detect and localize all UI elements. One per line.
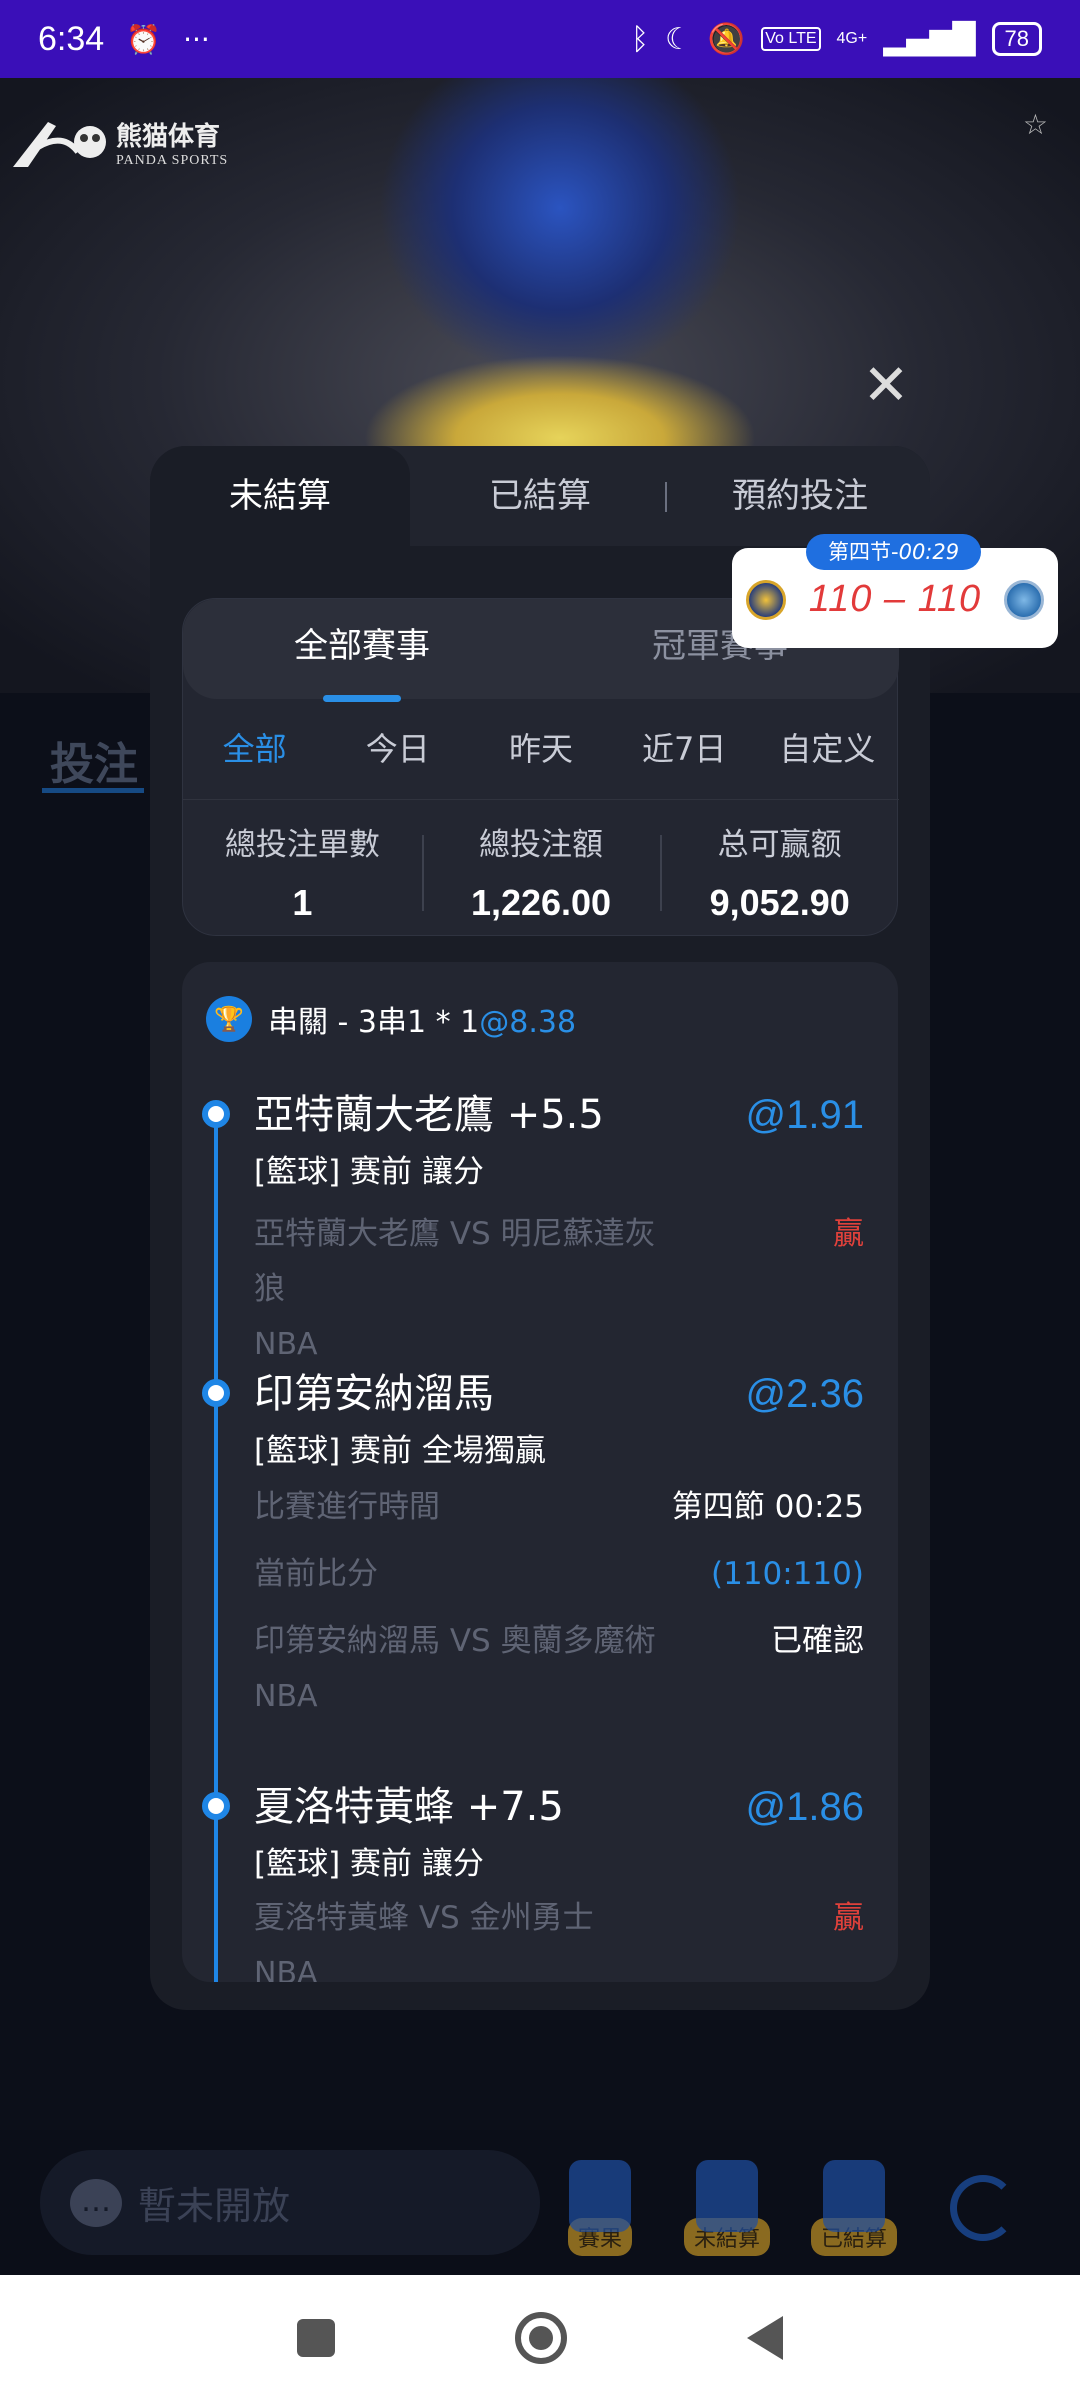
panda-sports-logo: 熊猫体育 PANDA SPORTS (8, 112, 228, 172)
leg-time-value: 第四節 00:25 (671, 1489, 864, 1525)
stat-label: 总可赢额 (717, 827, 842, 863)
leg-match: 印第安納溜馬 VS 奧蘭多魔術 (254, 1623, 656, 1659)
more-notifications-icon: ··· (183, 22, 210, 56)
leg-timeline (214, 1108, 218, 1982)
leg-selection: 印第安納溜馬 (254, 1371, 494, 1417)
logo-text-en: PANDA SPORTS (116, 152, 229, 168)
unsettled-button[interactable]: 未結算 (677, 2160, 777, 2256)
chat-bubble-icon: … (70, 2178, 122, 2227)
leg-league: NBA (254, 1956, 318, 1982)
period-label: 第四节- (828, 540, 899, 564)
tab-reserved-bets[interactable]: 預約投注 (670, 446, 930, 546)
leg-selection: 夏洛特黃蜂 +7.5 (254, 1784, 564, 1830)
filter-today[interactable]: 今日 (326, 711, 469, 787)
filter-all[interactable]: 全部 (183, 711, 326, 787)
modal-tabs: 已結算 預約投注 未結算 (150, 446, 930, 546)
filter-custom[interactable]: 自定义 (756, 711, 899, 787)
logo-text-cn: 熊猫体育 (116, 121, 221, 152)
leg-odds: @2.36 (745, 1372, 864, 1416)
filter-yesterday[interactable]: 昨天 (469, 711, 612, 787)
stat-label: 總投注單數 (224, 827, 380, 863)
status-time: 6:34 (38, 19, 105, 58)
leg-odds: @1.86 (745, 1785, 864, 1829)
results-button[interactable]: 賽果 (550, 2160, 650, 2256)
leg-market: [籃球] 赛前 讓分 (254, 1154, 484, 1190)
trophy-icon: 🏆 (206, 996, 252, 1042)
stat-value: 1 (292, 882, 313, 923)
segment-indicator (323, 695, 401, 702)
magic-logo-icon (1003, 579, 1044, 620)
chat-placeholder: 暫未開放 (138, 2184, 291, 2228)
leg-score-value: (110:110) (711, 1556, 864, 1592)
timeline-dot (202, 1792, 230, 1820)
document-icon (696, 2160, 758, 2232)
status-bar: 6:34 ⏰ ··· ᛒ ☾ 🔕 Vo LTE 4G+ ▂▄▆█ 78 (0, 0, 1080, 78)
leg-league: NBA (254, 1679, 318, 1714)
document-icon (823, 2160, 885, 2232)
stat-value: 1,226.00 (470, 882, 612, 923)
close-icon[interactable]: ✕ (858, 358, 914, 414)
tab-unsettled[interactable]: 未結算 (150, 446, 410, 546)
timeline-dot (202, 1100, 230, 1128)
live-score: 110 – 110 (808, 578, 982, 620)
segment-all-events[interactable]: 全部賽事 (183, 599, 541, 699)
bet-total-odds: @8.38 (479, 1005, 577, 1040)
leg-score-label: 當前比分 (254, 1556, 378, 1592)
system-nav-bar (0, 2275, 1080, 2401)
pacers-logo-icon (746, 579, 786, 620)
divider (183, 799, 899, 800)
mute-icon: 🔕 (707, 21, 746, 57)
timeline-dot (202, 1379, 230, 1407)
bet-leg-1: 亞特蘭大老鷹 +5.5 @1.91 [籃球] 赛前 讓分 亞特蘭大老鷹 VS 明尼… (254, 1082, 864, 1372)
battery-level: 78 (1004, 26, 1029, 51)
network-type: 4G+ (836, 30, 868, 47)
volte-icon: Vo LTE (761, 27, 821, 51)
bet-leg-2: 印第安納溜馬 @2.36 [籃球] 赛前 全場獨贏 比賽進行時間 第四節 00:25… (254, 1361, 864, 1724)
date-filter: 全部 今日 昨天 近7日 自定义 (183, 711, 899, 787)
stat-total-stake: 總投注額 1,226.00 (421, 805, 661, 935)
bet-leg-3: 夏洛特黃蜂 +7.5 @1.86 [籃球] 赛前 讓分 夏洛特黃蜂 VS 金州勇士… (254, 1774, 864, 1982)
tab-settled[interactable]: 已結算 (410, 446, 670, 546)
recents-icon[interactable] (297, 2319, 335, 2357)
leg-market: [籃球] 赛前 全場獨贏 (254, 1433, 546, 1469)
refresh-icon[interactable] (950, 2175, 1016, 2241)
parlay-bet-card[interactable]: 🏆 串關 - 3串1 * 1@8.38 亞特蘭大老鷹 +5.5 @1.91 [籃球… (182, 962, 898, 1982)
home-icon[interactable] (515, 2312, 567, 2364)
stat-value: 9,052.90 (709, 882, 850, 923)
leg-match: 亞特蘭大老鷹 VS 明尼蘇達灰狼 (254, 1216, 656, 1307)
settled-button[interactable]: 已結算 (804, 2160, 904, 2256)
battery-icon: 78 (991, 22, 1042, 56)
stat-total-bets: 總投注單數 1 (183, 805, 422, 935)
signal-icon: ▂▄▆█ (883, 21, 976, 57)
bet-header: 🏆 串關 - 3串1 * 1@8.38 (206, 996, 576, 1042)
panda-logo-icon (13, 122, 106, 167)
chat-input[interactable]: … 暫未開放 (40, 2150, 540, 2255)
leg-match: 夏洛特黃蜂 VS 金州勇士 (254, 1900, 594, 1936)
bluetooth-icon: ᛒ (630, 21, 649, 57)
period-badge: 第四节-00:29 (806, 534, 982, 570)
leg-selection: 亞特蘭大老鷹 +5.5 (254, 1092, 604, 1138)
filter-card: 全部賽事 冠軍賽事 全部 今日 昨天 近7日 自定义 總投注單數 1 總投注額 … (182, 598, 899, 936)
leg-result: 贏 (833, 1216, 864, 1252)
tab-separator (665, 482, 667, 512)
back-icon[interactable] (747, 2316, 783, 2360)
filter-last-7-days[interactable]: 近7日 (613, 711, 756, 787)
leg-market: [籃球] 赛前 讓分 (254, 1846, 484, 1882)
stat-label: 總投注額 (479, 827, 603, 863)
bet-summary: 總投注單數 1 總投注額 1,226.00 总可赢额 9,052.90 (183, 805, 899, 935)
document-icon (569, 2160, 631, 2232)
bet-history-modal: 已結算 預約投注 未結算 全部賽事 冠軍賽事 全部 今日 昨天 近7日 自定义 … (150, 446, 930, 2010)
leg-result: 贏 (833, 1900, 864, 1936)
leg-odds: @1.91 (745, 1093, 864, 1137)
leg-time-label: 比賽進行時間 (254, 1489, 440, 1525)
game-clock: 00:29 (898, 540, 960, 564)
bet-type: 串關 - 3串1 * 1 (268, 1005, 480, 1040)
moon-icon: ☾ (664, 21, 692, 57)
leg-status: 已確認 (771, 1623, 864, 1659)
alarm-icon: ⏰ (126, 22, 162, 56)
star-icon[interactable]: ☆ (1023, 108, 1048, 141)
stat-potential-win: 总可赢额 9,052.90 (660, 805, 899, 935)
live-score-popup[interactable]: 第四节-00:29 110 – 110 (732, 534, 1058, 648)
